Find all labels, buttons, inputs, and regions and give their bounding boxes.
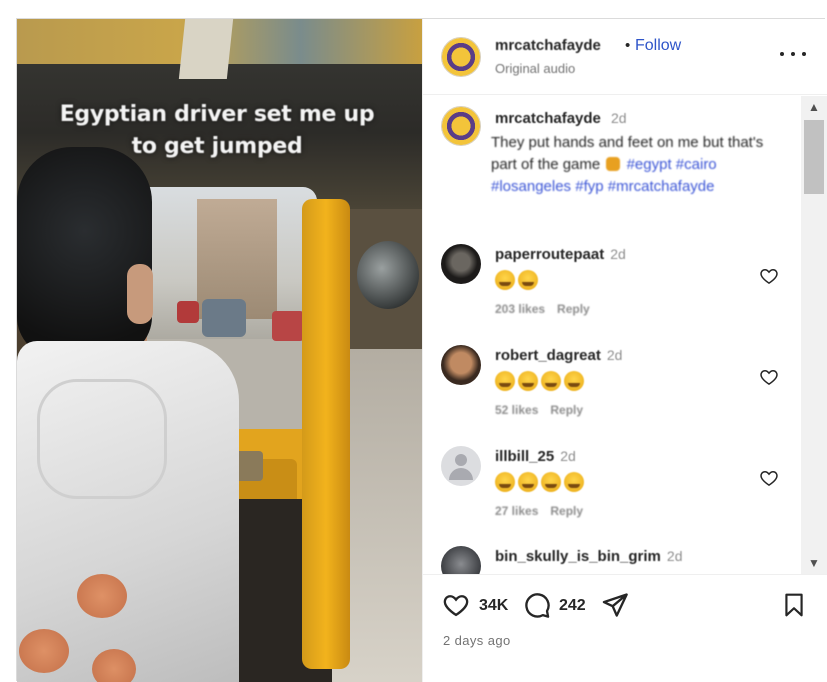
- comment-likes[interactable]: 203 likes: [495, 302, 545, 316]
- comment-count[interactable]: 242: [559, 597, 586, 615]
- follow-button[interactable]: Follow: [635, 37, 681, 55]
- hashtag-link[interactable]: #egypt: [627, 156, 672, 173]
- loudly-crying-face-icon: [495, 371, 584, 391]
- comment-bubble-icon[interactable]: [523, 591, 551, 619]
- fist-icon: [606, 157, 621, 171]
- commenter-avatar[interactable]: [441, 244, 481, 284]
- comment-time: 2d: [666, 548, 683, 564]
- caption-username[interactable]: mrcatchafayde: [495, 110, 601, 127]
- video-hoodie-print: [92, 649, 136, 682]
- like-heart-icon[interactable]: [441, 591, 471, 619]
- video-strap: [178, 19, 234, 79]
- reply-button[interactable]: Reply: [557, 302, 590, 316]
- post-header: mrcatchafayde • Follow Original audio: [423, 19, 827, 95]
- action-bar: 34K 242 2 days ago: [423, 574, 827, 682]
- scroll-thumb[interactable]: [804, 120, 824, 194]
- hashtag-link[interactable]: #cairo: [676, 156, 717, 173]
- video-mirror: [357, 241, 419, 309]
- commenter-avatar[interactable]: [441, 446, 481, 486]
- hashtag-link[interactable]: #mrcatchafayde: [608, 178, 715, 195]
- scroll-down-icon[interactable]: ▼: [801, 552, 827, 574]
- comment-item: bin_skully_is_bin_grim 2d: [423, 546, 801, 574]
- comment-username[interactable]: bin_skully_is_bin_grim 2d: [495, 548, 682, 565]
- caption-author-avatar[interactable]: [441, 106, 481, 146]
- video-hoodie-print: [77, 574, 127, 618]
- like-count[interactable]: 34K: [479, 597, 508, 615]
- reply-button[interactable]: Reply: [550, 403, 583, 417]
- comments-scrollbar[interactable]: ▲ ▼: [801, 96, 827, 574]
- video-ear: [127, 264, 153, 324]
- more-options-icon[interactable]: [780, 41, 806, 67]
- heart-icon[interactable]: [759, 266, 779, 286]
- loudly-crying-face-icon: [495, 472, 584, 492]
- comment-meta: 203 likes Reply: [495, 302, 590, 316]
- comment-username[interactable]: illbill_25 2d: [495, 448, 576, 465]
- video-hoodie-print: [19, 629, 69, 673]
- video-hood-fold: [37, 379, 167, 499]
- video-car: [272, 311, 304, 341]
- commenter-avatar[interactable]: [441, 345, 481, 385]
- comment-time: 2d: [610, 246, 626, 262]
- video-head: [17, 147, 152, 357]
- video-yellow-frame: [302, 199, 350, 669]
- author-avatar[interactable]: [441, 37, 481, 77]
- comment-username[interactable]: paperroutepaat 2d: [495, 246, 626, 263]
- loudly-crying-face-icon: [495, 270, 538, 290]
- caption-time: 2d: [611, 110, 627, 126]
- comment-item: robert_dagreat 2d 52 likes Reply: [423, 345, 801, 445]
- heart-icon[interactable]: [759, 468, 779, 488]
- comment-meta: 52 likes Reply: [495, 403, 583, 417]
- post-date: 2 days ago: [443, 633, 511, 648]
- comments-list[interactable]: mrcatchafayde 2d They put hands and feet…: [423, 96, 827, 574]
- comment-meta: 27 likes Reply: [495, 504, 583, 518]
- author-username[interactable]: mrcatchafayde: [495, 37, 601, 54]
- scroll-up-icon[interactable]: ▲: [801, 96, 827, 118]
- comment-time: 2d: [606, 347, 623, 363]
- video-caption-overlay: Egyptian driver set me up to get jumped: [59, 102, 375, 159]
- comment-likes[interactable]: 52 likes: [495, 403, 538, 417]
- post-embed: Egyptian driver set me up to get jumped …: [16, 18, 827, 682]
- comment-username[interactable]: robert_dagreat 2d: [495, 347, 622, 364]
- reply-button[interactable]: Reply: [550, 504, 583, 518]
- comment-item: illbill_25 2d 27 likes Reply: [423, 446, 801, 546]
- commenter-avatar[interactable]: [441, 546, 481, 574]
- comment-time: 2d: [560, 448, 576, 464]
- video-player[interactable]: Egyptian driver set me up to get jumped: [17, 19, 422, 682]
- hashtag-link[interactable]: #fyp: [575, 178, 603, 195]
- video-car: [202, 299, 246, 337]
- heart-icon[interactable]: [759, 367, 779, 387]
- share-paper-plane-icon[interactable]: [601, 591, 629, 619]
- video-car: [177, 301, 199, 323]
- audio-label[interactable]: Original audio: [495, 61, 575, 76]
- comment-item: paperroutepaat 2d 203 likes Reply: [423, 244, 801, 344]
- bookmark-icon[interactable]: [781, 591, 807, 619]
- hashtag-link[interactable]: #losangeles: [491, 178, 571, 195]
- header-separator: •: [625, 37, 631, 54]
- comment-likes[interactable]: 27 likes: [495, 504, 538, 518]
- post-side-panel: mrcatchafayde • Follow Original audio mr…: [422, 19, 827, 682]
- caption-text: They put hands and feet on me but that's…: [491, 132, 791, 198]
